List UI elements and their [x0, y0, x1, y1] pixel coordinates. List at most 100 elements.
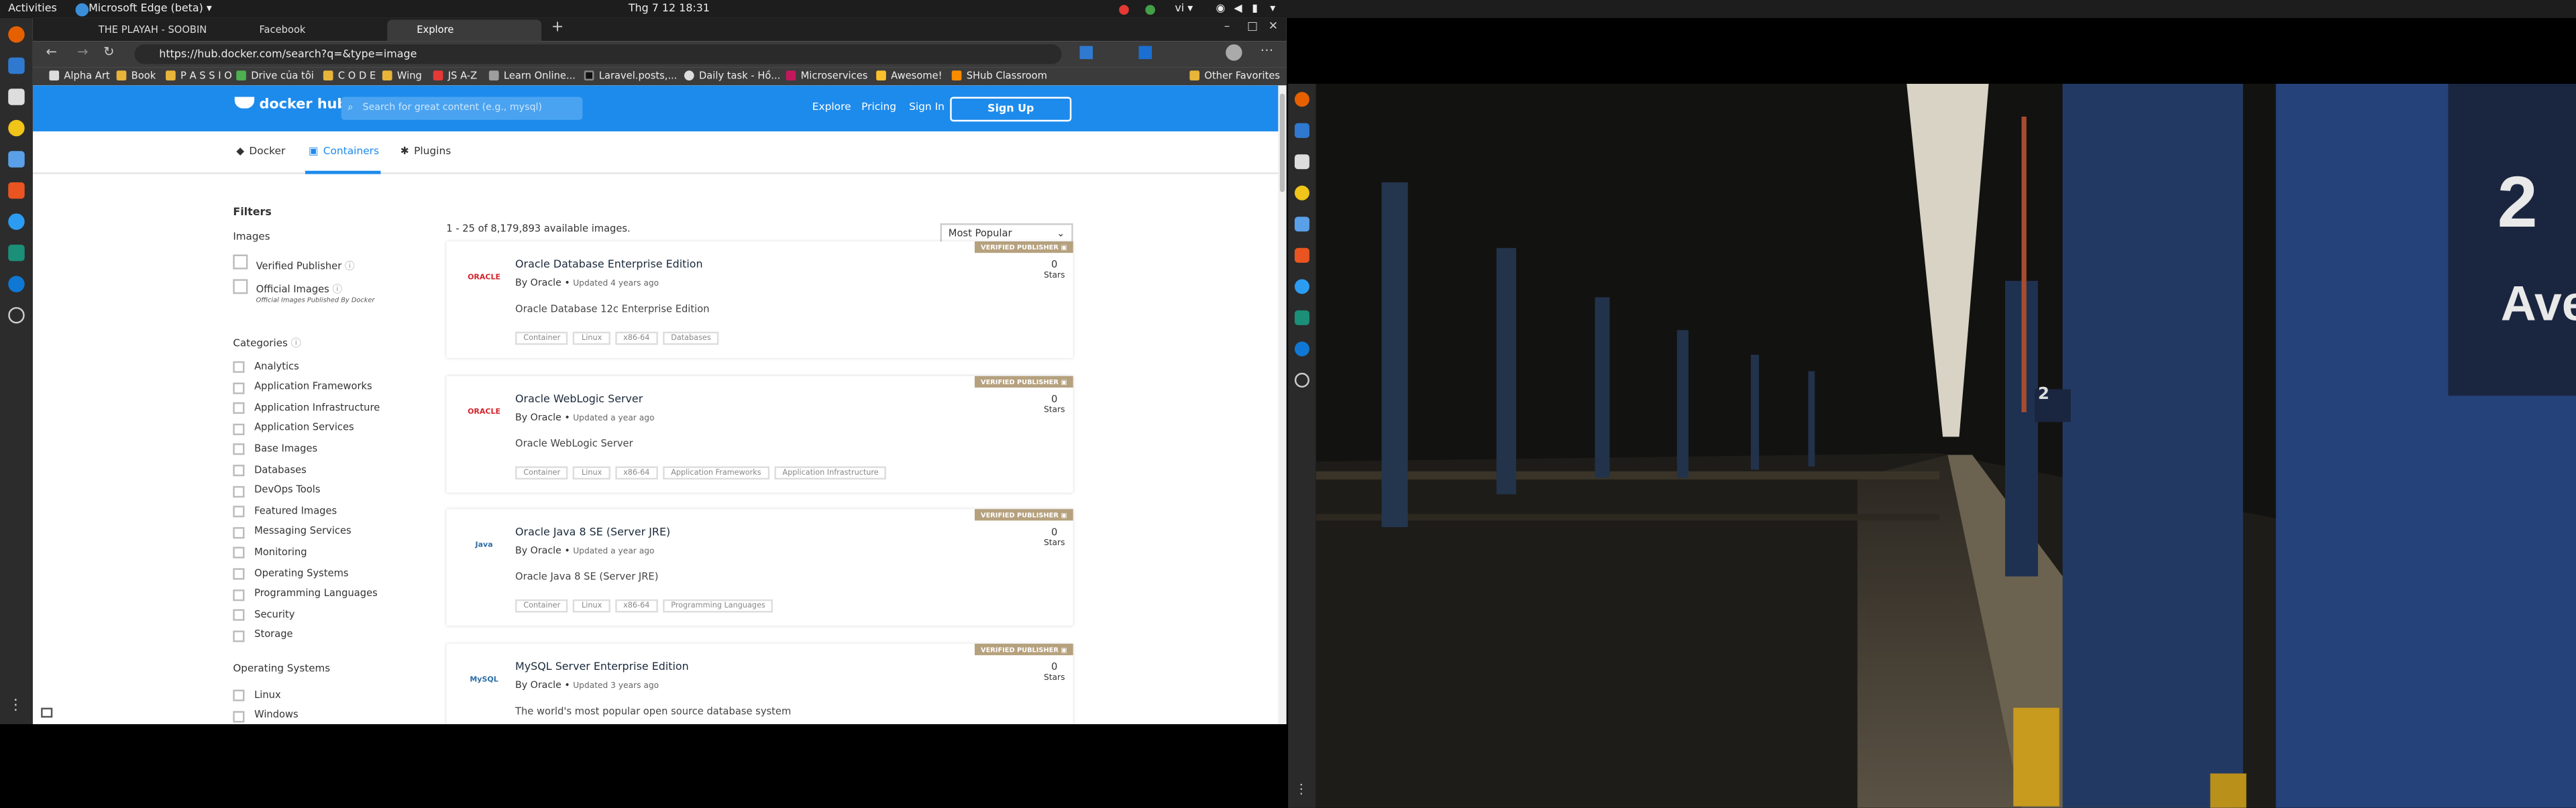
tag-chip[interactable]: Container — [515, 466, 569, 480]
skype-icon[interactable] — [1294, 341, 1309, 357]
favorite-item[interactable]: Wing — [382, 67, 422, 85]
tab-facebook[interactable]: Facebook — [229, 19, 380, 41]
category-checkbox[interactable] — [233, 382, 245, 394]
software-icon[interactable] — [8, 182, 25, 199]
tag-chip[interactable]: Container — [515, 331, 569, 345]
chevron-down-icon[interactable]: ▾ — [1270, 0, 1275, 18]
category-checkbox[interactable] — [233, 485, 245, 498]
back-icon[interactable]: ← — [46, 44, 56, 59]
category-checkbox[interactable] — [233, 568, 245, 580]
tag-chip[interactable]: Programming Languages — [662, 599, 774, 613]
favorite-item[interactable]: JS A-Z — [433, 67, 477, 85]
favorite-item[interactable]: Laravel.posts,... — [584, 67, 677, 85]
favorite-item[interactable]: Microservices — [786, 67, 867, 85]
tab-docker[interactable]: ◆ Docker — [236, 131, 285, 174]
category-checkbox[interactable] — [233, 526, 245, 538]
music-icon[interactable] — [8, 119, 25, 137]
category-checkbox[interactable] — [233, 361, 245, 373]
document-icon[interactable] — [1294, 217, 1309, 232]
firefox-icon[interactable] — [1294, 92, 1309, 107]
favorite-item[interactable]: SHub Classroom — [951, 67, 1047, 85]
settings-icon[interactable] — [8, 306, 25, 324]
category-checkbox[interactable] — [233, 402, 245, 414]
forward-icon[interactable]: → — [77, 44, 88, 59]
favorite-item[interactable]: Drive của tôi — [236, 67, 314, 85]
tab-explore[interactable]: Explore — [387, 19, 542, 42]
tray-icon[interactable] — [1145, 4, 1155, 14]
scroll-thumb[interactable] — [1279, 93, 1285, 192]
document-icon[interactable] — [8, 151, 25, 168]
category-checkbox[interactable] — [233, 465, 245, 477]
more-icon[interactable]: ⋯ — [1260, 43, 1274, 58]
address-bar[interactable]: https://hub.docker.com/search?q=&type=im… — [134, 44, 1062, 64]
tray-icon[interactable] — [1119, 4, 1129, 14]
tag-chip[interactable]: x86-64 — [614, 599, 658, 613]
docker-logo[interactable]: docker hub — [234, 97, 347, 113]
favorite-item[interactable]: Book — [116, 67, 156, 85]
tab-plugins[interactable]: ✱ Plugins — [400, 131, 451, 174]
edge-icon[interactable] — [8, 244, 25, 262]
image-card[interactable]: VERIFIED PUBLISHER ▣ ORACLE Oracle Databas… — [446, 241, 1073, 358]
favorite-item[interactable]: P A S S I O — [166, 67, 232, 85]
help-icon[interactable] — [8, 213, 25, 230]
category-checkbox[interactable] — [233, 423, 245, 435]
language-indicator[interactable]: vi ▾ — [1175, 0, 1193, 18]
wifi-icon[interactable]: ◉ — [1216, 0, 1225, 18]
firefox-icon[interactable] — [8, 26, 25, 43]
os-checkbox[interactable] — [233, 710, 245, 722]
nav-explore[interactable]: Explore — [812, 85, 851, 131]
music-icon[interactable] — [1294, 185, 1309, 200]
chat-icon[interactable] — [8, 57, 25, 74]
help-icon[interactable] — [1294, 279, 1309, 294]
maximize-icon[interactable]: □ — [1247, 19, 1258, 33]
edge-icon[interactable] — [1294, 310, 1309, 325]
app-grid-icon[interactable]: ⋮ — [8, 698, 24, 714]
clock[interactable]: Thg 7 12 18:31 — [629, 0, 710, 18]
battery-icon[interactable]: ▮ — [1252, 0, 1258, 18]
image-card[interactable]: VERIFIED PUBLISHER ▣ Java Oracle Java 8 SE… — [446, 509, 1073, 626]
category-checkbox[interactable] — [233, 444, 245, 456]
os-checkbox[interactable] — [233, 689, 245, 701]
favorite-item[interactable]: Alpha Art — [49, 67, 110, 85]
software-icon[interactable] — [1294, 247, 1309, 263]
tag-chip[interactable]: Databases — [662, 331, 719, 345]
favorite-item[interactable]: Learn Online... — [488, 67, 576, 85]
files-icon[interactable] — [8, 89, 25, 105]
official-checkbox[interactable] — [233, 279, 248, 294]
tag-chip[interactable]: Linux — [573, 466, 610, 480]
tab-containers[interactable]: ▣ Containers — [305, 131, 381, 174]
category-checkbox[interactable] — [233, 610, 245, 622]
favorite-item[interactable]: Awesome! — [876, 67, 943, 85]
screenshot-icon[interactable] — [41, 707, 53, 718]
tag-chip[interactable]: Application Infrastructure — [774, 466, 887, 480]
minimize-icon[interactable]: – — [1224, 19, 1230, 33]
verified-checkbox[interactable] — [233, 254, 248, 270]
tag-chip[interactable]: x86-64 — [614, 466, 658, 480]
nav-pricing[interactable]: Pricing — [861, 85, 896, 131]
files-icon[interactable] — [1294, 154, 1309, 170]
other-favorites[interactable]: Other Favorites — [1189, 67, 1280, 85]
tag-chip[interactable]: Container — [515, 599, 569, 613]
image-card[interactable]: VERIFIED PUBLISHER ▣ ORACLE Oracle WebLogi… — [446, 376, 1073, 493]
skype-icon[interactable] — [8, 276, 25, 292]
category-checkbox[interactable] — [233, 630, 245, 642]
signup-button[interactable]: Sign Up — [950, 97, 1072, 122]
app-menu[interactable]: Microsoft Edge (beta) ▾ — [89, 0, 212, 18]
tag-chip[interactable]: x86-64 — [614, 331, 658, 345]
image-name[interactable]: Oracle WebLogic Server — [515, 392, 643, 406]
search-input[interactable]: ⌕ Search for great content (e.g., mysql) — [341, 97, 583, 120]
tag-chip[interactable]: Linux — [573, 331, 610, 345]
activities-button[interactable]: Activities — [8, 0, 57, 18]
settings-icon[interactable] — [1294, 372, 1309, 388]
tab-youtube[interactable]: THE PLAYAH - SOOBIN — [69, 19, 225, 41]
app-grid-icon[interactable]: ⋮ — [1295, 782, 1308, 797]
category-checkbox[interactable] — [233, 589, 245, 601]
nav-signin[interactable]: Sign In — [909, 85, 945, 131]
image-name[interactable]: Oracle Java 8 SE (Server JRE) — [515, 526, 670, 539]
chat-icon[interactable] — [1294, 123, 1309, 138]
tag-chip[interactable]: Linux — [573, 599, 610, 613]
scrollbar[interactable] — [1278, 85, 1287, 725]
tag-chip[interactable]: Application Frameworks — [662, 466, 769, 480]
new-tab-icon[interactable]: + — [551, 19, 564, 36]
refresh-icon[interactable]: ↻ — [103, 44, 114, 59]
